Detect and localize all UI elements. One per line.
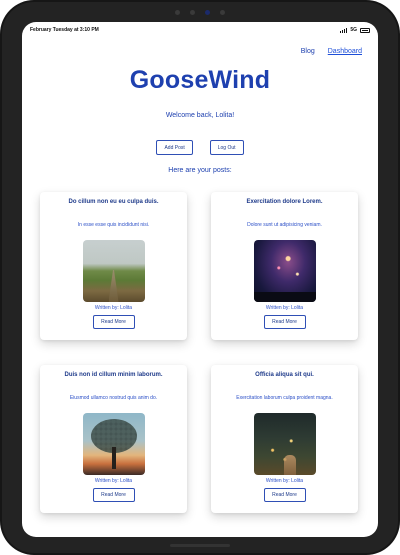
post-card: Officia aliqua sit qui. Exercitation lab… bbox=[211, 365, 358, 513]
post-card: Exercitation dolore Lorem. Dolore sunt u… bbox=[211, 192, 358, 340]
post-card: Do cillum non eu eu culpa duis. In esse … bbox=[40, 192, 187, 340]
sensor-dot bbox=[220, 9, 225, 15]
network-label: 5G bbox=[350, 27, 357, 33]
sensor-dot bbox=[175, 9, 180, 15]
sensor-dot bbox=[190, 9, 195, 15]
posts-grid: Do cillum non eu eu culpa duis. In esse … bbox=[22, 192, 378, 513]
add-post-button[interactable]: Add Post bbox=[156, 140, 193, 155]
posts-heading: Here are your posts: bbox=[168, 167, 232, 174]
read-more-button[interactable]: Read More bbox=[263, 315, 306, 329]
status-indicators: 5G bbox=[340, 27, 370, 33]
top-nav: Blog Dashboard bbox=[22, 38, 378, 64]
post-excerpt: Exercitation laborum culpa proident magn… bbox=[236, 395, 333, 401]
status-bar: February Tuesday at 3:10 PM 5G bbox=[22, 22, 378, 38]
post-title: Officia aliqua sit qui. bbox=[255, 372, 314, 378]
tablet-frame: February Tuesday at 3:10 PM 5G Blog Dash… bbox=[0, 0, 400, 555]
camera-lens bbox=[205, 9, 210, 15]
status-datetime: February Tuesday at 3:10 PM bbox=[30, 27, 99, 33]
post-excerpt: In esse esse quis incididunt nisi. bbox=[77, 222, 150, 228]
app-screen: February Tuesday at 3:10 PM 5G Blog Dash… bbox=[22, 22, 378, 537]
post-author: Written by: Lolita bbox=[265, 478, 304, 484]
nav-blog-link[interactable]: Blog bbox=[301, 48, 315, 55]
post-author: Written by: Lolita bbox=[265, 305, 304, 311]
post-card: Duis non id cillum minim laborum. Eiusmo… bbox=[40, 365, 187, 513]
welcome-message: Welcome back, Lolita! bbox=[165, 112, 235, 119]
signal-icon bbox=[340, 27, 348, 33]
post-title: Do cillum non eu eu culpa duis. bbox=[68, 199, 159, 205]
post-author: Written by: Lolita bbox=[94, 305, 133, 311]
brand-title: GooseWind bbox=[129, 66, 271, 94]
read-more-button[interactable]: Read More bbox=[263, 488, 306, 502]
front-camera bbox=[170, 8, 230, 16]
read-more-button[interactable]: Read More bbox=[92, 315, 135, 329]
read-more-button[interactable]: Read More bbox=[92, 488, 135, 502]
starry-night-image bbox=[253, 240, 316, 302]
post-author: Written by: Lolita bbox=[94, 478, 133, 484]
nav-dashboard-link[interactable]: Dashboard bbox=[328, 48, 362, 55]
path-through-field-image bbox=[82, 240, 145, 302]
post-title: Duis non id cillum minim laborum. bbox=[64, 372, 163, 378]
post-title: Exercitation dolore Lorem. bbox=[246, 199, 323, 205]
action-buttons: Add Post Log Out bbox=[22, 140, 378, 155]
battery-icon bbox=[360, 27, 370, 33]
home-indicator[interactable] bbox=[170, 544, 230, 547]
post-excerpt: Dolore sunt ut adipisicing veniam. bbox=[247, 222, 322, 228]
log-out-button[interactable]: Log Out bbox=[209, 140, 244, 155]
post-excerpt: Eiusmod ullamco nostrud quis anim do. bbox=[69, 395, 158, 401]
fireflies-hand-image bbox=[253, 413, 316, 475]
tree-sunset-image bbox=[82, 413, 145, 475]
